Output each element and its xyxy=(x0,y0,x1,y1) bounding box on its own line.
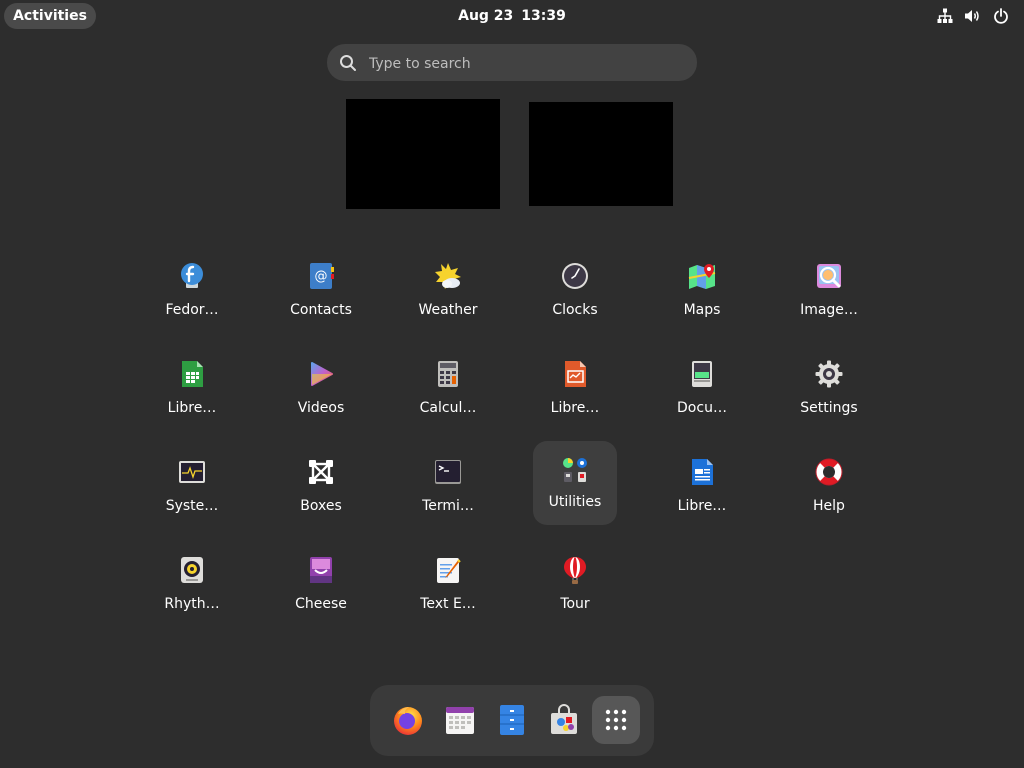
app-maps[interactable]: Maps xyxy=(660,250,744,334)
text-editor-icon xyxy=(437,558,461,583)
workspace-thumbnail-1[interactable] xyxy=(346,99,500,209)
app-weather[interactable]: Weather xyxy=(406,250,490,334)
app-terminal[interactable]: Termi… xyxy=(406,446,490,530)
weather-icon xyxy=(435,263,461,289)
system-status-area[interactable] xyxy=(936,6,1010,26)
dock-software[interactable] xyxy=(540,696,588,744)
search-input[interactable] xyxy=(367,44,691,83)
app-boxes[interactable]: Boxes xyxy=(279,446,363,530)
clocks-icon xyxy=(562,263,588,289)
app-label: Libre… xyxy=(167,400,217,416)
libreoffice-calc-icon xyxy=(182,361,203,387)
terminal-icon xyxy=(435,460,461,484)
network-icon[interactable] xyxy=(936,6,954,26)
search-icon xyxy=(340,55,356,71)
app-label: Boxes xyxy=(300,498,342,514)
settings-gear-icon xyxy=(815,360,843,388)
videos-icon xyxy=(311,362,333,386)
fedora-media-writer-icon xyxy=(181,263,203,288)
calendar-icon xyxy=(446,707,474,734)
calculator-icon xyxy=(438,361,458,387)
help-lifebuoy-icon xyxy=(815,458,843,486)
document-scanner-icon xyxy=(692,361,712,387)
files-icon xyxy=(500,705,524,735)
app-folder-utilities[interactable]: Utilities xyxy=(533,441,617,525)
dock-files[interactable] xyxy=(488,696,536,744)
libreoffice-writer-icon xyxy=(692,459,713,485)
app-label: Utilities xyxy=(548,494,602,510)
svg-text:@: @ xyxy=(315,269,328,284)
app-label: Termi… xyxy=(422,498,474,514)
app-label: Libre… xyxy=(550,400,600,416)
volume-icon[interactable] xyxy=(964,6,982,26)
app-cheese[interactable]: Cheese xyxy=(279,544,363,628)
show-apps-grid-icon xyxy=(605,709,627,731)
app-libreoffice-calc[interactable]: Libre… xyxy=(150,348,234,432)
app-contacts[interactable]: @ Contacts xyxy=(279,250,363,334)
boxes-icon xyxy=(309,460,333,484)
app-label: Syste… xyxy=(165,498,219,514)
app-rhythmbox[interactable]: Rhyth… xyxy=(150,544,234,628)
app-fedora-media-writer[interactable]: Fedor… xyxy=(150,250,234,334)
app-label: Settings xyxy=(800,400,858,416)
app-label: Fedor… xyxy=(165,302,219,318)
image-viewer-icon xyxy=(817,264,841,288)
workspace-thumbnail-2[interactable] xyxy=(529,102,673,206)
rhythmbox-icon xyxy=(181,557,203,583)
app-document-scanner[interactable]: Docu… xyxy=(660,348,744,432)
clock-button[interactable]: Aug 23 13:39 xyxy=(458,8,566,24)
app-text-editor[interactable]: Text E… xyxy=(406,544,490,628)
maps-icon xyxy=(688,264,716,289)
dock-calendar[interactable] xyxy=(436,696,484,744)
app-label: Videos xyxy=(297,400,345,416)
app-image-viewer[interactable]: Image… xyxy=(787,250,871,334)
app-libreoffice-writer[interactable]: Libre… xyxy=(660,446,744,530)
dock-firefox[interactable] xyxy=(384,696,432,744)
app-label: Image… xyxy=(800,302,858,318)
system-monitor-icon xyxy=(179,461,205,483)
app-label: Libre… xyxy=(677,498,727,514)
app-calculator[interactable]: Calcul… xyxy=(406,348,490,432)
app-help[interactable]: Help xyxy=(787,446,871,530)
app-label: Text E… xyxy=(420,596,476,612)
search-entry[interactable] xyxy=(327,44,697,83)
app-label: Clocks xyxy=(552,302,598,318)
date-label: Aug 23 xyxy=(458,8,514,24)
app-label: Docu… xyxy=(677,400,727,416)
utilities-folder-icon xyxy=(563,458,587,482)
app-label: Calcul… xyxy=(419,400,477,416)
app-label: Tour xyxy=(560,596,590,612)
app-label: Rhyth… xyxy=(164,596,220,612)
app-label: Help xyxy=(813,498,845,514)
tour-balloon-icon xyxy=(564,557,586,584)
app-settings[interactable]: Settings xyxy=(787,348,871,432)
time-label: 13:39 xyxy=(521,8,566,24)
libreoffice-impress-icon xyxy=(565,361,586,387)
power-icon[interactable] xyxy=(992,6,1010,26)
app-label: Cheese xyxy=(295,596,347,612)
show-apps-button[interactable] xyxy=(592,696,640,744)
software-icon xyxy=(551,704,577,734)
app-label: Maps xyxy=(683,302,721,318)
app-videos[interactable]: Videos xyxy=(279,348,363,432)
app-clocks[interactable]: Clocks xyxy=(533,250,617,334)
cheese-icon xyxy=(310,557,332,583)
app-label: Contacts xyxy=(290,302,352,318)
app-label: Weather xyxy=(418,302,478,318)
app-system-monitor[interactable]: Syste… xyxy=(150,446,234,530)
app-tour[interactable]: Tour xyxy=(533,544,617,628)
top-bar: Activities Aug 23 13:39 xyxy=(0,0,1024,32)
dash-dock xyxy=(370,685,654,756)
contacts-icon: @ xyxy=(310,263,334,289)
app-libreoffice-impress[interactable]: Libre… xyxy=(533,348,617,432)
firefox-icon xyxy=(394,707,422,735)
activities-button[interactable]: Activities xyxy=(4,3,96,29)
